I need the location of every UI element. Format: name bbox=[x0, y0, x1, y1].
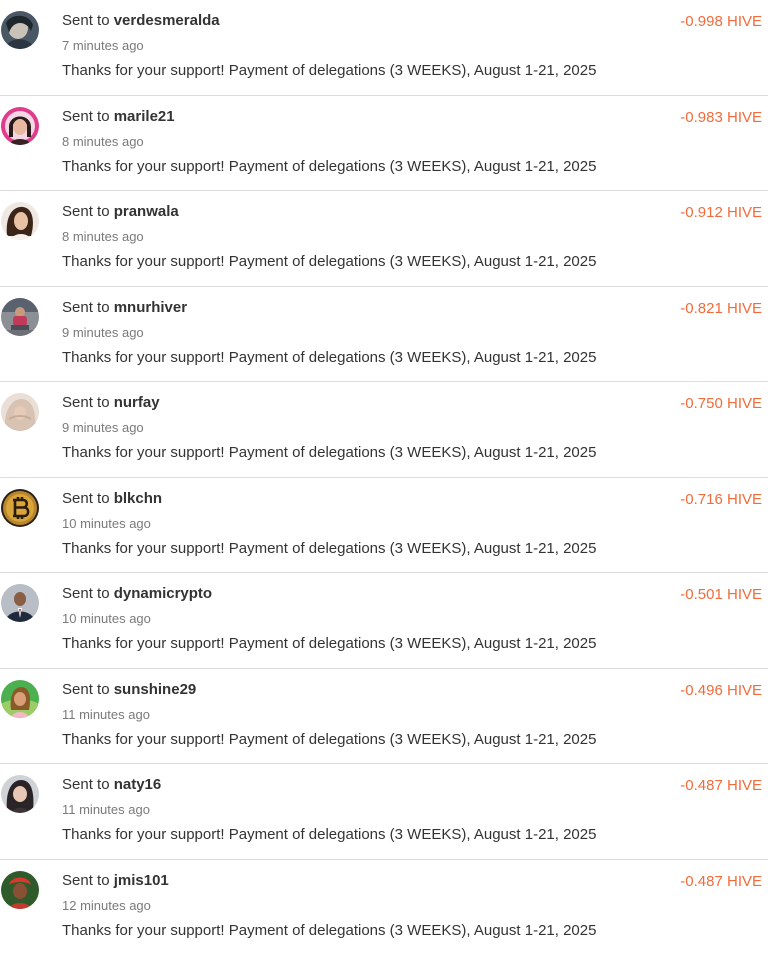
transfer-timestamp: 10 minutes ago bbox=[62, 611, 151, 626]
transfer-timestamp: 8 minutes ago bbox=[62, 134, 144, 149]
transfer-row: Sent to nurfay 9 minutes ago Thanks for … bbox=[0, 382, 768, 478]
avatar[interactable] bbox=[1, 489, 39, 527]
avatar[interactable] bbox=[1, 202, 39, 240]
recipient-username-link[interactable]: nurfay bbox=[114, 394, 160, 411]
user-avatar-photo-icon bbox=[1, 107, 39, 145]
transfer-memo: Thanks for your support! Payment of dele… bbox=[62, 826, 596, 843]
avatar[interactable] bbox=[1, 11, 39, 49]
bitcoin-avatar-icon bbox=[1, 489, 39, 527]
transfer-timestamp: 8 minutes ago bbox=[62, 229, 144, 244]
transfer-memo: Thanks for your support! Payment of dele… bbox=[62, 635, 596, 652]
transfer-memo: Thanks for your support! Payment of dele… bbox=[62, 62, 596, 79]
user-avatar-photo-icon bbox=[1, 202, 39, 240]
transfer-row: Sent to pranwala 8 minutes ago Thanks fo… bbox=[0, 191, 768, 287]
transfer-row: Sent to verdesmeralda 7 minutes ago Than… bbox=[0, 0, 768, 96]
transfer-row: Sent to mnurhiver 9 minutes ago Thanks f… bbox=[0, 287, 768, 383]
user-avatar-photo-icon bbox=[1, 11, 39, 49]
transfer-recipient-line: Sent to nurfay bbox=[62, 394, 160, 411]
user-avatar-photo-icon bbox=[1, 680, 39, 718]
sent-to-label: Sent to bbox=[62, 585, 110, 602]
recipient-username-link[interactable]: mnurhiver bbox=[114, 299, 187, 316]
sent-to-label: Sent to bbox=[62, 299, 110, 316]
transfer-memo: Thanks for your support! Payment of dele… bbox=[62, 444, 596, 461]
user-avatar-photo-icon bbox=[1, 298, 39, 336]
sent-to-label: Sent to bbox=[62, 203, 110, 220]
transfer-amount: -0.821 HIVE bbox=[680, 300, 762, 317]
transfer-memo: Thanks for your support! Payment of dele… bbox=[62, 158, 596, 175]
transfer-memo: Thanks for your support! Payment of dele… bbox=[62, 349, 596, 366]
user-avatar-photo-icon bbox=[1, 584, 39, 622]
transfer-recipient-line: Sent to jmis101 bbox=[62, 872, 169, 889]
user-avatar-photo-icon bbox=[1, 871, 39, 909]
transfer-recipient-line: Sent to naty16 bbox=[62, 776, 161, 793]
transfer-timestamp: 9 minutes ago bbox=[62, 325, 144, 340]
avatar[interactable] bbox=[1, 584, 39, 622]
transfer-memo: Thanks for your support! Payment of dele… bbox=[62, 253, 596, 270]
sent-to-label: Sent to bbox=[62, 394, 110, 411]
transfer-row: Sent to jmis101 12 minutes ago Thanks fo… bbox=[0, 860, 768, 955]
avatar[interactable] bbox=[1, 393, 39, 431]
transfer-recipient-line: Sent to dynamicrypto bbox=[62, 585, 212, 602]
transfer-amount: -0.487 HIVE bbox=[680, 777, 762, 794]
sent-to-label: Sent to bbox=[62, 108, 110, 125]
sent-to-label: Sent to bbox=[62, 490, 110, 507]
avatar[interactable] bbox=[1, 298, 39, 336]
sent-to-label: Sent to bbox=[62, 12, 110, 29]
avatar[interactable] bbox=[1, 107, 39, 145]
recipient-username-link[interactable]: blkchn bbox=[114, 490, 162, 507]
transfer-recipient-line: Sent to marile21 bbox=[62, 108, 175, 125]
recipient-username-link[interactable]: pranwala bbox=[114, 203, 179, 220]
transfer-timestamp: 11 minutes ago bbox=[62, 707, 150, 722]
recipient-username-link[interactable]: naty16 bbox=[114, 776, 162, 793]
transfer-memo: Thanks for your support! Payment of dele… bbox=[62, 540, 596, 557]
avatar[interactable] bbox=[1, 775, 39, 813]
sent-to-label: Sent to bbox=[62, 872, 110, 889]
recipient-username-link[interactable]: marile21 bbox=[114, 108, 175, 125]
user-avatar-photo-icon bbox=[1, 775, 39, 813]
transfer-row: Sent to blkchn 10 minutes ago Thanks for… bbox=[0, 478, 768, 574]
transfer-recipient-line: Sent to mnurhiver bbox=[62, 299, 187, 316]
transfer-recipient-line: Sent to sunshine29 bbox=[62, 681, 196, 698]
transfer-timestamp: 10 minutes ago bbox=[62, 516, 151, 531]
recipient-username-link[interactable]: jmis101 bbox=[114, 872, 169, 889]
transfer-amount: -0.501 HIVE bbox=[680, 586, 762, 603]
transfer-recipient-line: Sent to pranwala bbox=[62, 203, 179, 220]
recipient-username-link[interactable]: verdesmeralda bbox=[114, 12, 220, 29]
transfer-amount: -0.716 HIVE bbox=[680, 491, 762, 508]
transfer-memo: Thanks for your support! Payment of dele… bbox=[62, 922, 596, 939]
transfer-timestamp: 11 minutes ago bbox=[62, 802, 150, 817]
user-avatar-photo-icon bbox=[1, 393, 39, 431]
transfer-row: Sent to marile21 8 minutes ago Thanks fo… bbox=[0, 96, 768, 192]
recipient-username-link[interactable]: sunshine29 bbox=[114, 681, 197, 698]
avatar[interactable] bbox=[1, 871, 39, 909]
sent-to-label: Sent to bbox=[62, 776, 110, 793]
sent-to-label: Sent to bbox=[62, 681, 110, 698]
transfer-amount: -0.983 HIVE bbox=[680, 109, 762, 126]
transfer-row: Sent to sunshine29 11 minutes ago Thanks… bbox=[0, 669, 768, 765]
transfer-amount: -0.998 HIVE bbox=[680, 13, 762, 30]
transfer-amount: -0.912 HIVE bbox=[680, 204, 762, 221]
transfer-recipient-line: Sent to blkchn bbox=[62, 490, 162, 507]
transfer-timestamp: 7 minutes ago bbox=[62, 38, 144, 53]
avatar[interactable] bbox=[1, 680, 39, 718]
transfer-recipient-line: Sent to verdesmeralda bbox=[62, 12, 220, 29]
transfer-timestamp: 9 minutes ago bbox=[62, 420, 144, 435]
transfer-history-list: Sent to verdesmeralda 7 minutes ago Than… bbox=[0, 0, 768, 944]
transfer-amount: -0.750 HIVE bbox=[680, 395, 762, 412]
transfer-amount: -0.496 HIVE bbox=[680, 682, 762, 699]
transfer-amount: -0.487 HIVE bbox=[680, 873, 762, 890]
transfer-row: Sent to naty16 11 minutes ago Thanks for… bbox=[0, 764, 768, 860]
recipient-username-link[interactable]: dynamicrypto bbox=[114, 585, 212, 602]
transfer-row: Sent to dynamicrypto 10 minutes ago Than… bbox=[0, 573, 768, 669]
transfer-memo: Thanks for your support! Payment of dele… bbox=[62, 731, 596, 748]
transfer-timestamp: 12 minutes ago bbox=[62, 898, 151, 913]
